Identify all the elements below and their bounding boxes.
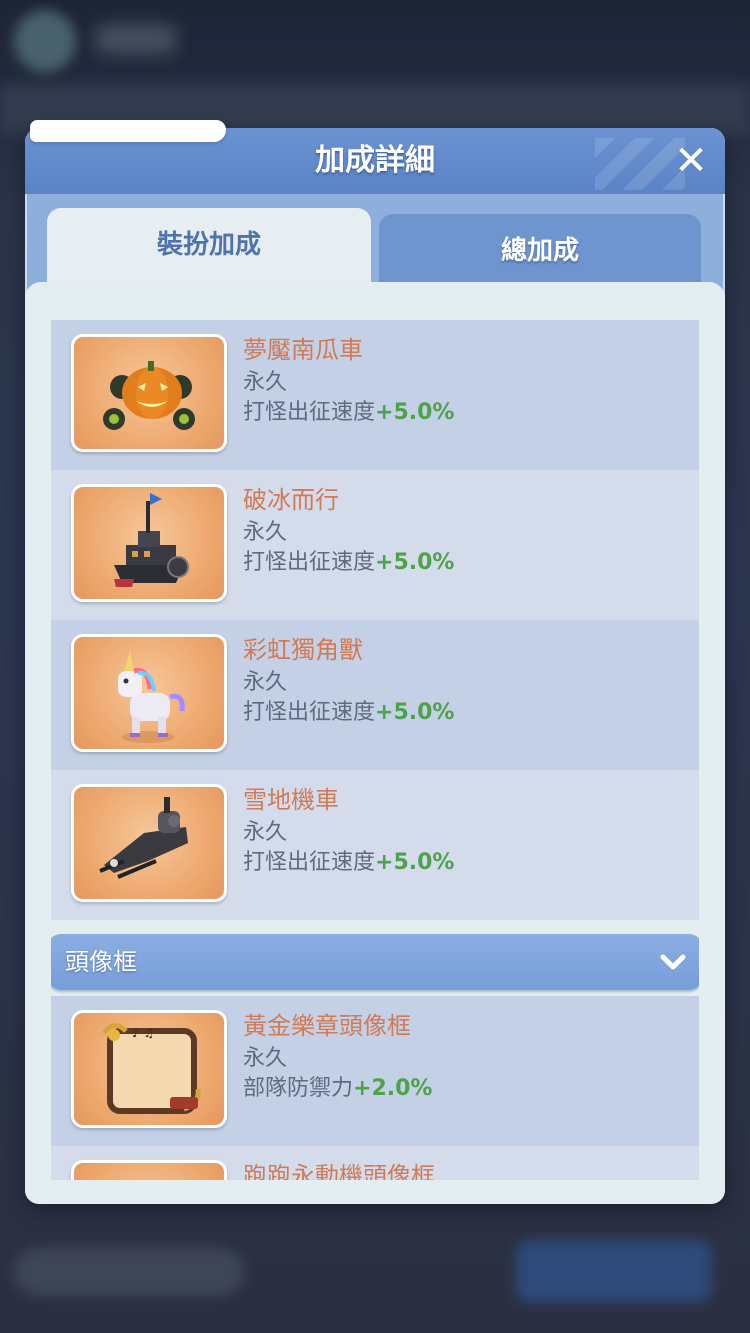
item-name: 黃金樂章頭像框 [243,1012,411,1040]
item-bonus: +5.0% [375,850,455,875]
background-name [96,24,176,54]
golden-music-frame-icon: ♪ ♫ [71,1010,227,1128]
tab-total-bonus[interactable]: 總加成 [379,214,701,286]
item-duration: 永久 [243,1046,288,1071]
item-bonus: +2.0% [353,1076,433,1101]
item-duration: 永久 [243,820,288,845]
item-effect: 打怪出征速度+5.0% [243,400,455,425]
close-icon[interactable]: ✕ [671,141,711,182]
section-header-avatar-frame[interactable]: 頭像框 [51,934,699,990]
tab-costume-bonus[interactable]: 裝扮加成 [47,208,371,290]
list-item: 跑跑永動機頭像框 [51,1146,699,1180]
bonus-details-dialog: 加成詳細 ✕ 裝扮加成 總加成 夢魘南瓜車 永久 打怪出征速度+5.0% 破冰而… [25,128,725,1204]
snow-decoration [30,120,226,142]
item-duration: 永久 [243,370,288,395]
item-name: 破冰而行 [243,486,339,514]
background-avatar [14,10,76,72]
item-effect: 打怪出征速度+5.0% [243,850,455,875]
item-duration: 永久 [243,520,288,545]
item-duration: 永久 [243,670,288,695]
list-item: ♪ ♫ 黃金樂章頭像框 永久 部隊防禦力+2.0% [51,996,699,1146]
item-name: 跑跑永動機頭像框 [243,1162,435,1180]
list-item: 雪地機車 永久 打怪出征速度+5.0% [51,770,699,920]
perpetual-machine-frame-icon [71,1160,227,1180]
item-effect: 打怪出征速度+5.0% [243,550,455,575]
background-bottom-button [516,1240,712,1302]
item-name: 夢魘南瓜車 [243,336,363,364]
background-bottom-left [14,1248,244,1296]
icebreaker-ship-icon [71,484,227,602]
list-item: 夢魘南瓜車 永久 打怪出征速度+5.0% [51,320,699,470]
section-title: 頭像框 [65,948,137,976]
pumpkin-carriage-icon [71,334,227,452]
chevron-down-icon[interactable] [657,946,689,978]
list-item: 彩虹獨角獸 永久 打怪出征速度+5.0% [51,620,699,770]
item-effect: 部隊防禦力+2.0% [243,1076,433,1101]
content-panel: 夢魘南瓜車 永久 打怪出征速度+5.0% 破冰而行 永久 打怪出征速度+5.0%… [25,282,725,1204]
item-bonus: +5.0% [375,700,455,725]
snowmobile-icon [71,784,227,902]
list-item: 破冰而行 永久 打怪出征速度+5.0% [51,470,699,620]
svg-text:♪ ♫: ♪ ♫ [132,1026,154,1040]
item-bonus: +5.0% [375,550,455,575]
item-bonus: +5.0% [375,400,455,425]
rainbow-unicorn-icon [71,634,227,752]
item-effect: 打怪出征速度+5.0% [243,700,455,725]
item-name: 彩虹獨角獸 [243,636,363,664]
bonus-list[interactable]: 夢魘南瓜車 永久 打怪出征速度+5.0% 破冰而行 永久 打怪出征速度+5.0%… [51,310,699,1180]
item-name: 雪地機車 [243,786,339,814]
